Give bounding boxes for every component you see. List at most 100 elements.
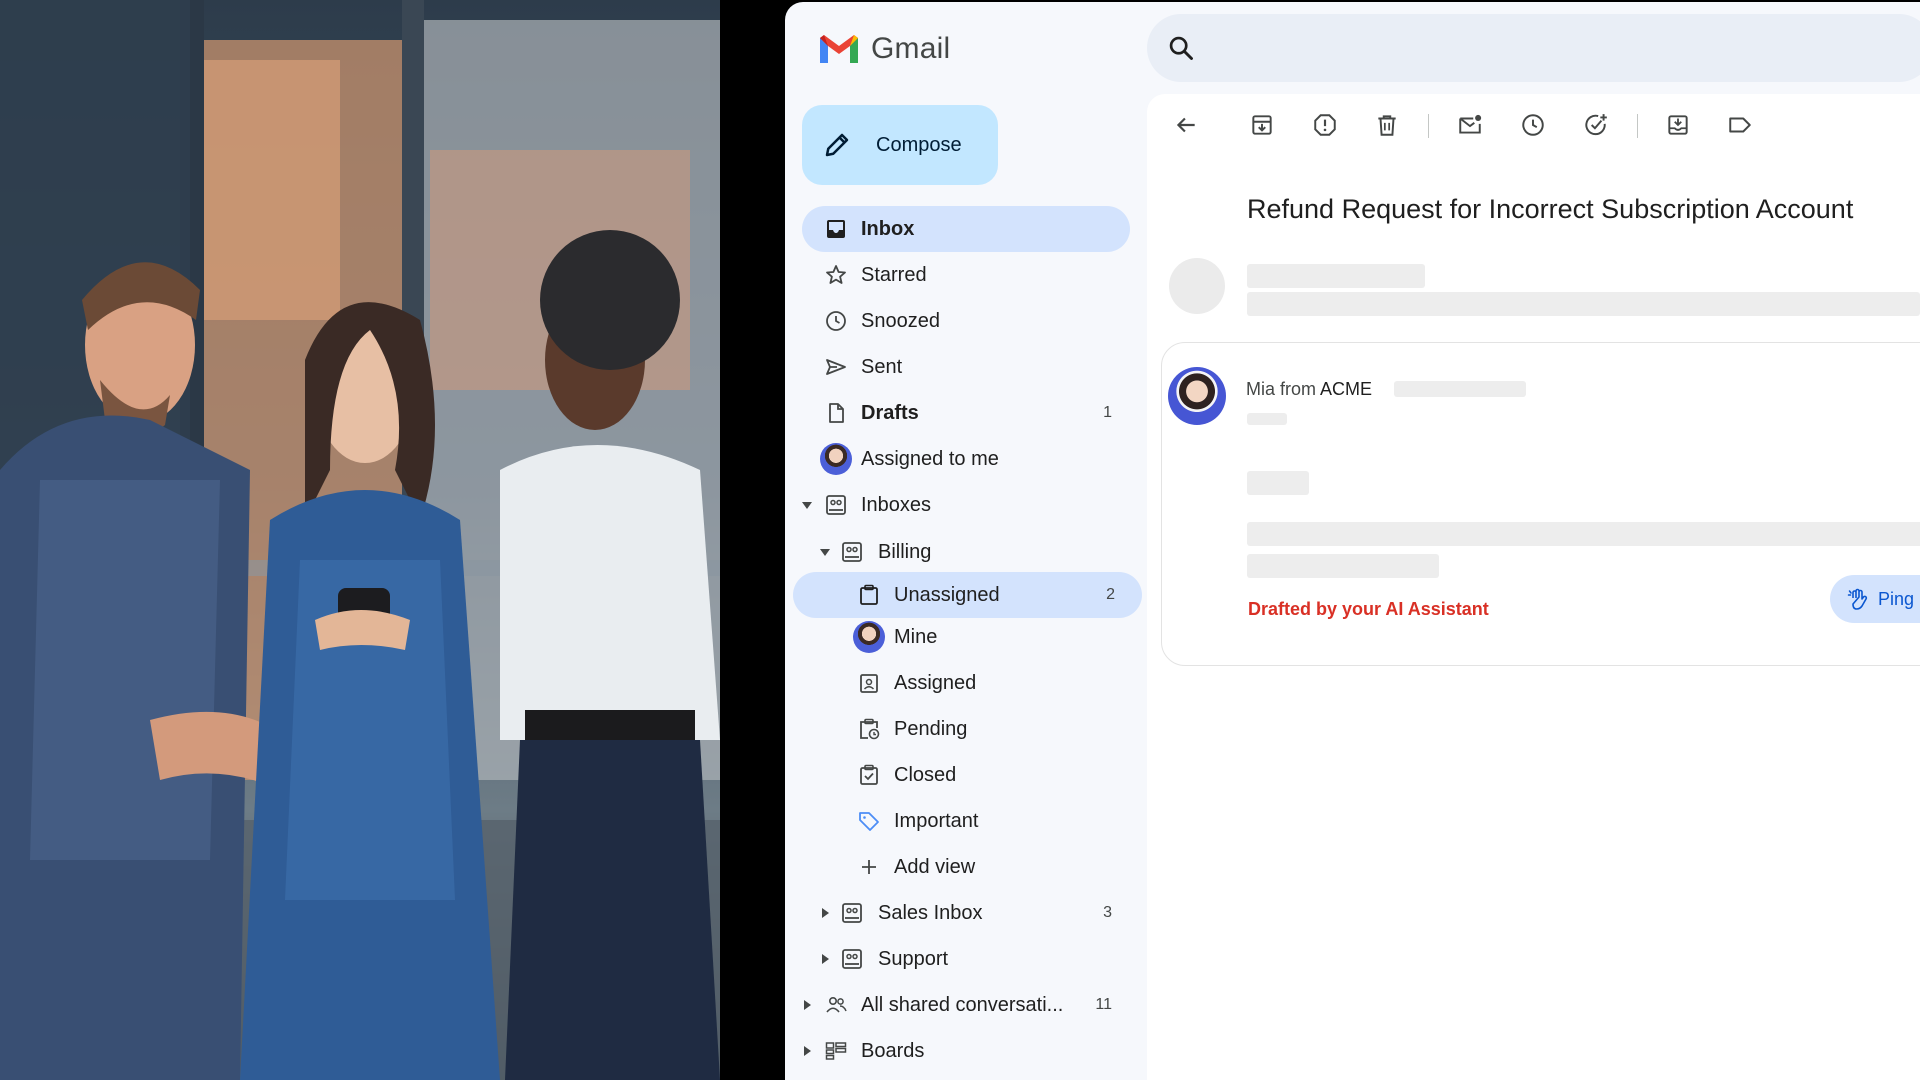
sidebar-item-label: Inboxes (861, 493, 932, 516)
app-name: Gmail (871, 32, 951, 65)
sidebar-item-label: Mine (894, 625, 938, 648)
inbox-icon (822, 215, 850, 243)
sidebar-item-inboxes[interactable]: Inboxes (802, 482, 1130, 528)
sidebar-item-label: Boards (861, 1039, 925, 1062)
unassigned-count: 2 (1106, 586, 1115, 603)
search-icon[interactable] (1167, 34, 1195, 62)
sidebar-item-sent[interactable]: Sent (802, 344, 1130, 390)
gmail-window: Gmail Compose Inbox Starred Snoozed Sent… (785, 2, 1920, 1080)
sidebar-item-label: Snoozed (861, 309, 940, 332)
sidebar-item-snoozed[interactable]: Snoozed (802, 298, 1130, 344)
avatar (820, 443, 852, 475)
sidebar-item-label: Add view (894, 855, 976, 878)
label-icon[interactable] (1727, 112, 1753, 138)
snooze-clock-icon[interactable] (1520, 112, 1546, 138)
waving-hand-icon (1847, 588, 1868, 610)
skeleton-line (1247, 554, 1439, 578)
sidebar-item-label: Starred (861, 263, 927, 286)
sidebar-item-drafts[interactable]: Drafts 1 (802, 390, 1130, 436)
clock-icon (822, 307, 850, 335)
add-task-icon[interactable] (1583, 112, 1609, 138)
ai-draft-note: Drafted by your AI Assistant (1248, 599, 1489, 619)
sidebar-item-label: Drafts (861, 401, 919, 424)
chevron-right-icon[interactable] (804, 1046, 811, 1056)
assigned-badge-icon (855, 669, 883, 697)
boards-icon (822, 1037, 850, 1065)
sidebar-item-starred[interactable]: Starred (802, 252, 1130, 298)
shared-inbox-icon (838, 899, 866, 927)
skeleton-line (1247, 471, 1309, 495)
chevron-right-icon[interactable] (822, 908, 829, 918)
sidebar-item-mine[interactable]: Mine (802, 614, 1130, 660)
sender-org: ACME (1320, 379, 1373, 399)
sidebar-item-support[interactable]: Support (802, 936, 1130, 982)
sidebar-item-label: Billing (878, 540, 932, 563)
message-toolbar (1147, 94, 1920, 154)
sidebar-item-closed[interactable]: Closed (802, 752, 1130, 798)
all-shared-count: 11 (1095, 996, 1112, 1013)
toolbar-divider (1637, 114, 1638, 138)
sidebar-item-billing[interactable]: Billing (802, 529, 1130, 575)
avatar-placeholder (1169, 258, 1225, 314)
compose-label: Compose (876, 133, 962, 156)
sidebar-item-label: Support (878, 947, 949, 970)
send-icon (822, 353, 850, 381)
clipboard-icon (855, 581, 883, 609)
message-card[interactable]: Mia from ACME Drafted by your AI Assista… (1161, 342, 1920, 666)
avatar[interactable] (1168, 367, 1226, 425)
star-icon (822, 261, 850, 289)
sidebar-item-label: All shared conversati... (861, 993, 1064, 1016)
sidebar-item-label: Closed (894, 763, 957, 786)
sender-name[interactable]: Mia from ACME (1246, 379, 1372, 400)
shared-inbox-icon (822, 491, 850, 519)
toolbar-divider (1428, 114, 1429, 138)
sidebar-item-sales-inbox[interactable]: Sales Inbox 3 (802, 890, 1130, 936)
sidebar-item-assigned-to-me[interactable]: Assigned to me (802, 436, 1130, 482)
message-pane: Refund Request for Incorrect Subscriptio… (1147, 94, 1920, 1080)
report-spam-icon[interactable] (1312, 112, 1338, 138)
illustration-people-talking (0, 0, 720, 1080)
trash-icon[interactable] (1374, 112, 1400, 138)
ping-label: Ping (1878, 588, 1915, 609)
sidebar-item-label: Inbox (861, 217, 915, 240)
sales-inbox-count: 3 (1103, 904, 1112, 921)
pending-clipboard-icon (855, 715, 883, 743)
archive-icon[interactable] (1249, 112, 1275, 138)
people-icon (822, 991, 850, 1019)
sidebar-item-add-view[interactable]: Add view (802, 844, 1130, 890)
drafts-count: 1 (1103, 404, 1112, 421)
sidebar-item-label: Sent (861, 355, 903, 378)
gmail-logo[interactable]: Gmail (817, 32, 950, 66)
skeleton-line (1247, 264, 1425, 288)
search-bar[interactable] (1147, 14, 1920, 84)
move-to-icon[interactable] (1665, 112, 1691, 138)
sidebar-item-unassigned[interactable]: Unassigned 2 (793, 572, 1142, 618)
chevron-right-icon[interactable] (804, 1000, 811, 1010)
back-arrow-icon[interactable] (1173, 112, 1199, 138)
sidebar-item-boards[interactable]: Boards (802, 1028, 1130, 1074)
checked-clipboard-icon (855, 761, 883, 789)
sidebar-item-label: Assigned to me (861, 447, 999, 470)
skeleton-line (1247, 413, 1287, 425)
shared-inbox-icon (838, 945, 866, 973)
sidebar-item-pending[interactable]: Pending (802, 706, 1130, 752)
sidebar-item-inbox[interactable]: Inbox (802, 206, 1130, 252)
mark-unread-icon[interactable] (1457, 112, 1483, 138)
avatar (853, 621, 885, 653)
sidebar-item-label: Unassigned (894, 583, 1000, 606)
sidebar-item-important[interactable]: Important (802, 798, 1130, 844)
chevron-down-icon[interactable] (820, 549, 830, 556)
sidebar-item-all-shared[interactable]: All shared conversati... 11 (802, 982, 1130, 1028)
sidebar-item-label: Pending (894, 717, 968, 740)
gmail-m-icon (820, 35, 858, 63)
compose-button[interactable]: Compose (802, 105, 998, 185)
pencil-icon (825, 133, 849, 157)
chevron-down-icon[interactable] (802, 502, 812, 509)
chevron-right-icon[interactable] (822, 954, 829, 964)
search-input[interactable] (1211, 14, 1915, 84)
sidebar-item-assigned[interactable]: Assigned (802, 660, 1130, 706)
draft-file-icon (822, 399, 850, 427)
sidebar-item-label: Sales Inbox (878, 901, 983, 924)
ping-button[interactable]: Ping (1830, 575, 1920, 623)
skeleton-line (1247, 292, 1920, 316)
